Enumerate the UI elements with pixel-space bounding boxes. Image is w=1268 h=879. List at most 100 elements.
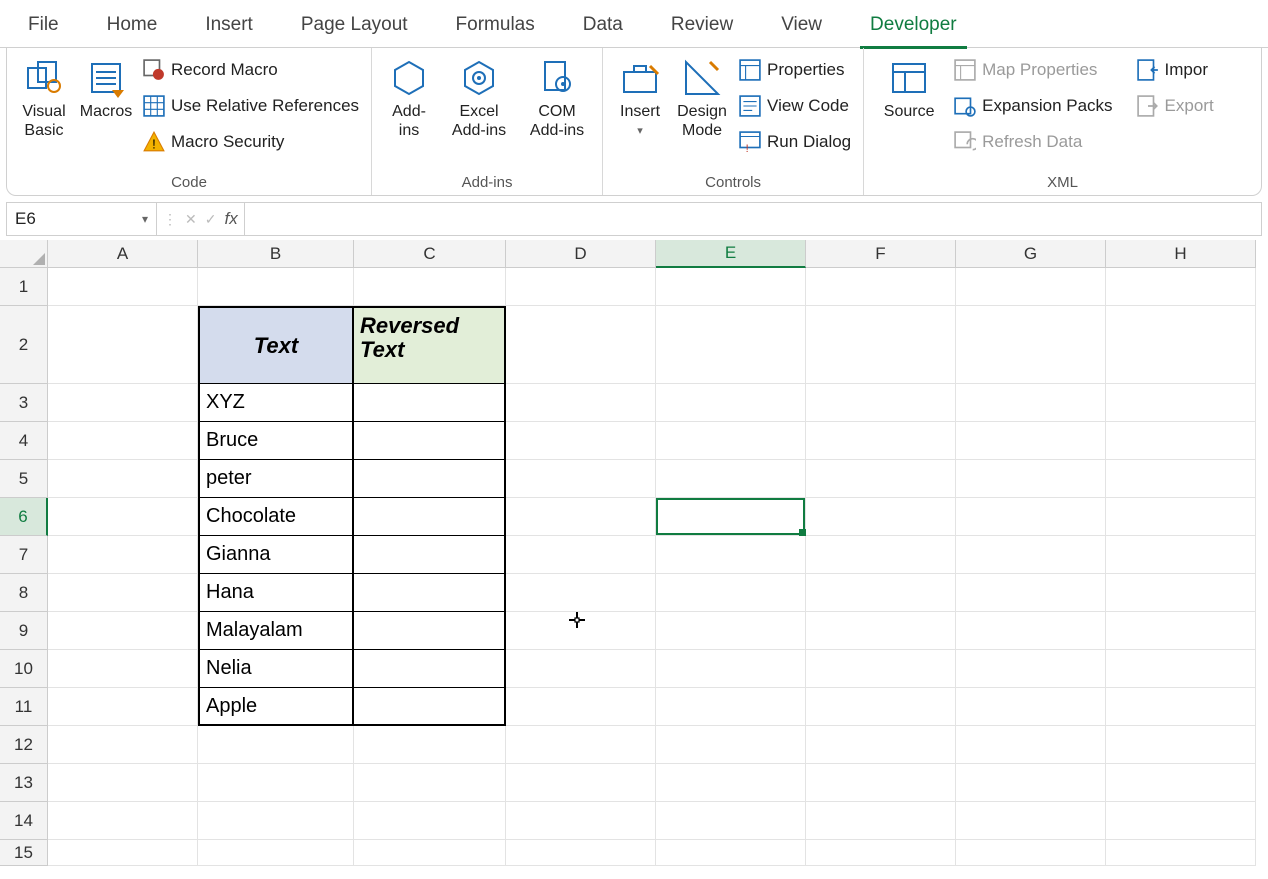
row-head-15[interactable]: 15 [0, 840, 48, 866]
cell-G15[interactable] [956, 840, 1106, 866]
use-relative-refs-button[interactable]: Use Relative References [137, 88, 365, 124]
cell-B5[interactable]: peter [198, 460, 354, 498]
cell-H12[interactable] [1106, 726, 1256, 764]
col-head-A[interactable]: A [48, 240, 198, 268]
cell-B9[interactable]: Malayalam [198, 612, 354, 650]
cell-H3[interactable] [1106, 384, 1256, 422]
cancel-icon[interactable]: ✕ [185, 211, 197, 228]
cell-G1[interactable] [956, 268, 1106, 306]
formula-input[interactable] [245, 203, 1261, 235]
cell-F13[interactable] [806, 764, 956, 802]
cell-H1[interactable] [1106, 268, 1256, 306]
view-code-button[interactable]: View Code [733, 88, 857, 124]
cell-G13[interactable] [956, 764, 1106, 802]
cell-D8[interactable] [506, 574, 656, 612]
options-icon[interactable]: ⋮ [163, 211, 177, 228]
source-button[interactable]: Source [870, 52, 948, 121]
cell-F12[interactable] [806, 726, 956, 764]
cell-G14[interactable] [956, 802, 1106, 840]
cell-H13[interactable] [1106, 764, 1256, 802]
cell-G2[interactable] [956, 306, 1106, 384]
row-head-13[interactable]: 13 [0, 764, 48, 802]
tab-view[interactable]: View [771, 10, 832, 46]
cell-F3[interactable] [806, 384, 956, 422]
cell-E3[interactable] [656, 384, 806, 422]
cell-G7[interactable] [956, 536, 1106, 574]
cell-G3[interactable] [956, 384, 1106, 422]
cell-E9[interactable] [656, 612, 806, 650]
insert-button[interactable]: Insert ▾ [609, 52, 671, 138]
cell-A2[interactable] [48, 306, 198, 384]
tab-home[interactable]: Home [97, 10, 168, 46]
cell-D15[interactable] [506, 840, 656, 866]
cell-D1[interactable] [506, 268, 656, 306]
cell-A6[interactable] [48, 498, 198, 536]
row-head-11[interactable]: 11 [0, 688, 48, 726]
row-head-5[interactable]: 5 [0, 460, 48, 498]
tab-data[interactable]: Data [573, 10, 633, 46]
row-head-9[interactable]: 9 [0, 612, 48, 650]
cell-C6[interactable] [354, 498, 506, 536]
cell-B8[interactable]: Hana [198, 574, 354, 612]
cell-E15[interactable] [656, 840, 806, 866]
cell-F2[interactable] [806, 306, 956, 384]
cell-C10[interactable] [354, 650, 506, 688]
row-head-1[interactable]: 1 [0, 268, 48, 306]
col-head-C[interactable]: C [354, 240, 506, 268]
cell-E7[interactable] [656, 536, 806, 574]
cell-G6[interactable] [956, 498, 1106, 536]
cell-D6[interactable] [506, 498, 656, 536]
cell-A10[interactable] [48, 650, 198, 688]
record-macro-button[interactable]: Record Macro [137, 52, 365, 88]
cell-D2[interactable] [506, 306, 656, 384]
cell-H11[interactable] [1106, 688, 1256, 726]
cell-H14[interactable] [1106, 802, 1256, 840]
cell-A4[interactable] [48, 422, 198, 460]
cell-A8[interactable] [48, 574, 198, 612]
cell-F10[interactable] [806, 650, 956, 688]
macros-button[interactable]: Macros [75, 52, 137, 121]
cell-F11[interactable] [806, 688, 956, 726]
cell-F7[interactable] [806, 536, 956, 574]
cell-G5[interactable] [956, 460, 1106, 498]
cell-D11[interactable] [506, 688, 656, 726]
cell-D13[interactable] [506, 764, 656, 802]
cell-C2[interactable]: ReversedText [354, 306, 506, 384]
cell-H9[interactable] [1106, 612, 1256, 650]
tab-page-layout[interactable]: Page Layout [291, 10, 418, 46]
row-head-7[interactable]: 7 [0, 536, 48, 574]
cell-C15[interactable] [354, 840, 506, 866]
cell-A12[interactable] [48, 726, 198, 764]
cell-C4[interactable] [354, 422, 506, 460]
macro-security-button[interactable]: ! Macro Security [137, 124, 365, 160]
cell-G11[interactable] [956, 688, 1106, 726]
cell-E10[interactable] [656, 650, 806, 688]
cell-B11[interactable]: Apple [198, 688, 354, 726]
cell-B4[interactable]: Bruce [198, 422, 354, 460]
cell-C1[interactable] [354, 268, 506, 306]
fx-icon[interactable]: fx [224, 209, 237, 229]
cell-F15[interactable] [806, 840, 956, 866]
cell-C13[interactable] [354, 764, 506, 802]
expansion-packs-button[interactable]: Expansion Packs [948, 88, 1118, 124]
cell-E2[interactable] [656, 306, 806, 384]
cell-A15[interactable] [48, 840, 198, 866]
row-head-14[interactable]: 14 [0, 802, 48, 840]
cell-E4[interactable] [656, 422, 806, 460]
run-dialog-button[interactable]: ! Run Dialog [733, 124, 857, 160]
cell-G9[interactable] [956, 612, 1106, 650]
cell-D7[interactable] [506, 536, 656, 574]
row-head-4[interactable]: 4 [0, 422, 48, 460]
import-button[interactable]: Impor [1131, 52, 1220, 88]
tab-file[interactable]: File [18, 10, 69, 46]
enter-icon[interactable]: ✓ [205, 211, 217, 228]
cell-H5[interactable] [1106, 460, 1256, 498]
cell-D5[interactable] [506, 460, 656, 498]
cell-D3[interactable] [506, 384, 656, 422]
tab-insert[interactable]: Insert [195, 10, 263, 46]
cell-E14[interactable] [656, 802, 806, 840]
cell-A5[interactable] [48, 460, 198, 498]
cell-A1[interactable] [48, 268, 198, 306]
cell-H6[interactable] [1106, 498, 1256, 536]
cell-F5[interactable] [806, 460, 956, 498]
